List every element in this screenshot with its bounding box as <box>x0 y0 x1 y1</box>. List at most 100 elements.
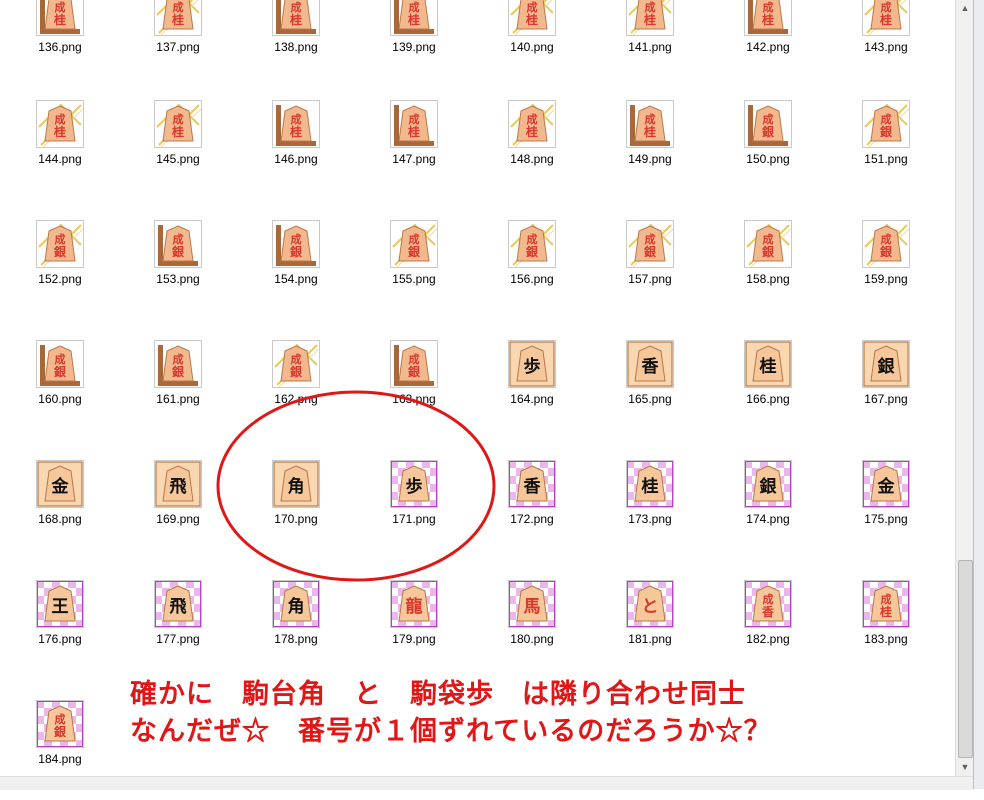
file-item[interactable]: 歩 164.png <box>477 340 577 440</box>
shogi-piece-thumbnail-icon[interactable]: 香 <box>508 460 556 508</box>
file-name-label[interactable]: 139.png <box>359 40 469 54</box>
file-item[interactable]: 香 165.png <box>595 340 695 440</box>
file-item[interactable]: 成香 182.png <box>713 580 813 680</box>
shogi-piece-thumbnail-icon[interactable]: 桂 <box>744 340 792 388</box>
file-item[interactable]: 成桂 144.png <box>5 100 105 200</box>
shogi-piece-thumbnail-icon[interactable]: 成桂 <box>36 0 84 36</box>
shogi-piece-thumbnail-icon[interactable]: 成桂 <box>508 100 556 148</box>
file-item[interactable]: 成銀 157.png <box>595 220 695 320</box>
file-item[interactable]: 桂 166.png <box>713 340 813 440</box>
file-name-label[interactable]: 146.png <box>241 152 351 166</box>
file-name-label[interactable]: 165.png <box>595 392 705 406</box>
file-name-label[interactable]: 164.png <box>477 392 587 406</box>
file-item[interactable]: 成銀 150.png <box>713 100 813 200</box>
shogi-piece-thumbnail-icon[interactable]: 成桂 <box>508 0 556 36</box>
file-name-label[interactable]: 138.png <box>241 40 351 54</box>
shogi-piece-thumbnail-icon[interactable]: 桂 <box>626 460 674 508</box>
file-item[interactable]: 成桂 146.png <box>241 100 341 200</box>
file-name-label[interactable]: 166.png <box>713 392 823 406</box>
file-item[interactable]: 成桂 145.png <box>123 100 223 200</box>
file-item[interactable]: 成銀 152.png <box>5 220 105 320</box>
file-item[interactable]: 成桂 138.png <box>241 0 341 88</box>
file-name-label[interactable]: 162.png <box>241 392 351 406</box>
file-item[interactable]: 馬 180.png <box>477 580 577 680</box>
shogi-piece-thumbnail-icon[interactable]: 成桂 <box>390 100 438 148</box>
file-name-label[interactable]: 150.png <box>713 152 823 166</box>
shogi-piece-thumbnail-icon[interactable]: 成桂 <box>390 0 438 36</box>
shogi-piece-thumbnail-icon[interactable]: 成桂 <box>862 580 910 628</box>
shogi-piece-thumbnail-icon[interactable]: 成桂 <box>862 0 910 36</box>
file-name-label[interactable]: 141.png <box>595 40 705 54</box>
file-name-label[interactable]: 151.png <box>831 152 941 166</box>
file-name-label[interactable]: 176.png <box>5 632 115 646</box>
file-item[interactable]: 成銀 154.png <box>241 220 341 320</box>
file-name-label[interactable]: 155.png <box>359 272 469 286</box>
shogi-piece-thumbnail-icon[interactable]: 成桂 <box>626 0 674 36</box>
file-name-label[interactable]: 153.png <box>123 272 233 286</box>
shogi-piece-thumbnail-icon[interactable]: 成桂 <box>154 0 202 36</box>
shogi-piece-thumbnail-icon[interactable]: 成銀 <box>862 100 910 148</box>
file-item[interactable]: 成銀 153.png <box>123 220 223 320</box>
file-name-label[interactable]: 180.png <box>477 632 587 646</box>
file-name-label[interactable]: 170.png <box>241 512 351 526</box>
file-item[interactable]: 歩 171.png <box>359 460 459 560</box>
file-item[interactable]: 成銀 159.png <box>831 220 931 320</box>
file-name-label[interactable]: 137.png <box>123 40 233 54</box>
shogi-piece-thumbnail-icon[interactable]: 銀 <box>862 340 910 388</box>
vertical-scrollbar[interactable]: ▲ ▼ <box>955 0 974 776</box>
shogi-piece-thumbnail-icon[interactable]: 成銀 <box>36 220 84 268</box>
file-name-label[interactable]: 168.png <box>5 512 115 526</box>
shogi-piece-thumbnail-icon[interactable]: 馬 <box>508 580 556 628</box>
file-item[interactable]: 成銀 162.png <box>241 340 341 440</box>
file-item[interactable]: 成銀 160.png <box>5 340 105 440</box>
file-name-label[interactable]: 136.png <box>5 40 115 54</box>
shogi-piece-thumbnail-icon[interactable]: 銀 <box>744 460 792 508</box>
file-name-label[interactable]: 172.png <box>477 512 587 526</box>
file-name-label[interactable]: 154.png <box>241 272 351 286</box>
shogi-piece-thumbnail-icon[interactable]: 成銀 <box>744 220 792 268</box>
scrollbar-thumb[interactable] <box>958 560 973 758</box>
shogi-piece-thumbnail-icon[interactable]: 成銀 <box>36 700 84 748</box>
shogi-piece-thumbnail-icon[interactable]: 成銀 <box>272 340 320 388</box>
shogi-piece-thumbnail-icon[interactable]: 王 <box>36 580 84 628</box>
file-item[interactable]: 成銀 155.png <box>359 220 459 320</box>
file-name-label[interactable]: 177.png <box>123 632 233 646</box>
file-item[interactable]: 金 168.png <box>5 460 105 560</box>
shogi-piece-thumbnail-icon[interactable]: 飛 <box>154 460 202 508</box>
file-item[interactable]: と 181.png <box>595 580 695 680</box>
scroll-down-arrow-icon[interactable]: ▼ <box>957 759 973 776</box>
file-item[interactable]: 成桂 149.png <box>595 100 695 200</box>
file-item[interactable]: 成銀 151.png <box>831 100 931 200</box>
file-item[interactable]: 角 178.png <box>241 580 341 680</box>
file-item[interactable]: 飛 177.png <box>123 580 223 680</box>
shogi-piece-thumbnail-icon[interactable]: 香 <box>626 340 674 388</box>
file-name-label[interactable]: 144.png <box>5 152 115 166</box>
file-name-label[interactable]: 159.png <box>831 272 941 286</box>
file-name-label[interactable]: 179.png <box>359 632 469 646</box>
shogi-piece-thumbnail-icon[interactable]: 成桂 <box>744 0 792 36</box>
file-name-label[interactable]: 178.png <box>241 632 351 646</box>
file-item[interactable]: 金 175.png <box>831 460 931 560</box>
shogi-piece-thumbnail-icon[interactable]: 歩 <box>390 460 438 508</box>
shogi-piece-thumbnail-icon[interactable]: 成桂 <box>272 100 320 148</box>
shogi-piece-thumbnail-icon[interactable]: と <box>626 580 674 628</box>
file-item[interactable]: 桂 173.png <box>595 460 695 560</box>
file-item[interactable]: 成桂 140.png <box>477 0 577 88</box>
file-name-label[interactable]: 174.png <box>713 512 823 526</box>
file-item[interactable]: 銀 167.png <box>831 340 931 440</box>
shogi-piece-thumbnail-icon[interactable]: 成桂 <box>154 100 202 148</box>
file-item[interactable]: 成桂 136.png <box>5 0 105 88</box>
file-item[interactable]: 龍 179.png <box>359 580 459 680</box>
shogi-piece-thumbnail-icon[interactable]: 金 <box>862 460 910 508</box>
shogi-piece-thumbnail-icon[interactable]: 成銀 <box>744 100 792 148</box>
file-name-label[interactable]: 160.png <box>5 392 115 406</box>
file-item[interactable]: 成桂 183.png <box>831 580 931 680</box>
file-item[interactable]: 銀 174.png <box>713 460 813 560</box>
file-name-label[interactable]: 158.png <box>713 272 823 286</box>
file-item[interactable]: 成桂 147.png <box>359 100 459 200</box>
shogi-piece-thumbnail-icon[interactable]: 成銀 <box>154 340 202 388</box>
file-item[interactable]: 成銀 156.png <box>477 220 577 320</box>
file-name-label[interactable]: 181.png <box>595 632 705 646</box>
file-name-label[interactable]: 184.png <box>5 752 115 766</box>
file-item[interactable]: 王 176.png <box>5 580 105 680</box>
